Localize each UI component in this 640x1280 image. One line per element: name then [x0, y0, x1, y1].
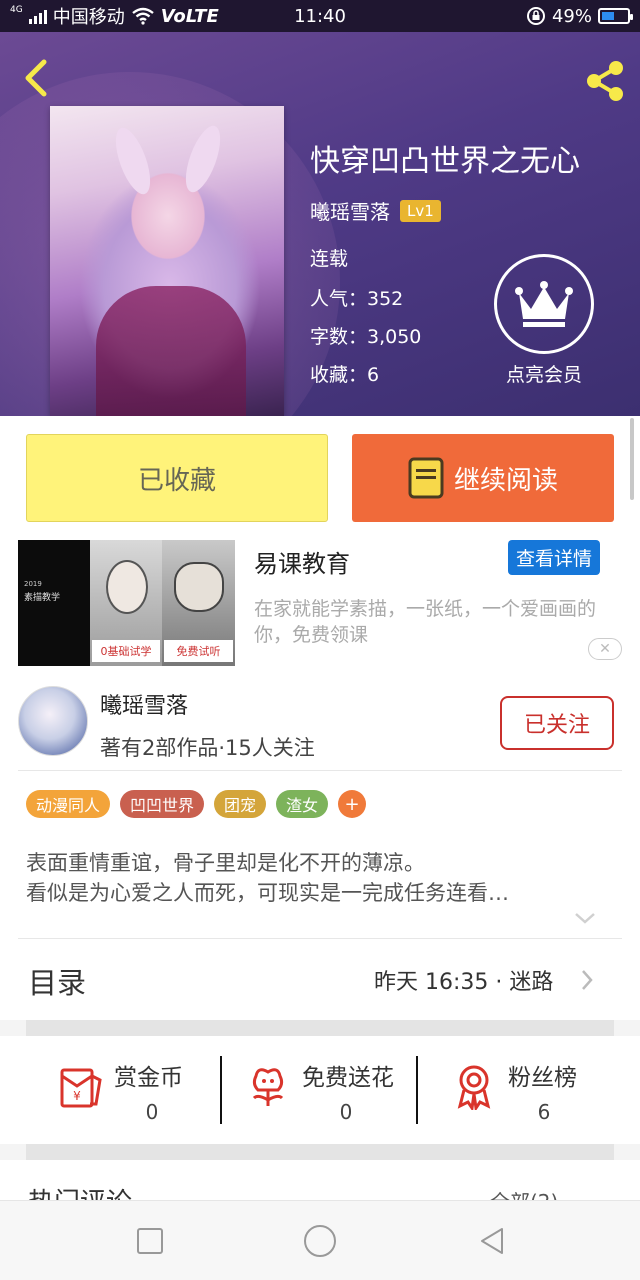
tag-item[interactable]: 渣女 — [276, 790, 329, 818]
catalog-label: 目录 — [28, 966, 87, 1000]
fan-ranking-button[interactable]: 粉丝榜 6 — [450, 1054, 640, 1130]
svg-text:¥: ¥ — [73, 1089, 81, 1103]
book-title: 快穿凹凸世界之无心 — [310, 144, 580, 179]
catalog-update: 昨天 16:35 · 迷路 — [374, 970, 554, 995]
wifi-icon — [131, 7, 154, 25]
signal-icon — [28, 8, 47, 24]
separator — [220, 1056, 222, 1124]
favorites-count: 收藏：6 — [310, 364, 380, 386]
vip-label: 点亮会员 — [505, 364, 582, 386]
section-divider — [26, 1144, 614, 1160]
rotation-lock-icon — [526, 7, 545, 25]
status-bar: 4G 中国移动 VoLTE 11:40 49% — [0, 0, 640, 32]
book-icon — [408, 457, 444, 499]
ad-caption-2: 免费试听 — [164, 640, 233, 662]
home-icon[interactable] — [300, 1221, 340, 1261]
vip-button[interactable]: 点亮会员 — [494, 254, 594, 387]
serial-status: 连载 — [310, 248, 349, 270]
red-envelope-icon: ¥ — [60, 1068, 102, 1108]
section-divider — [26, 1020, 614, 1036]
book-cover[interactable] — [50, 106, 284, 416]
carrier-name: 中国移动 — [52, 7, 125, 28]
stat-value: 0 — [339, 1100, 353, 1124]
hot-comments-section[interactable]: 热门评论 全部(2) — [0, 1160, 640, 1200]
ad-close-button[interactable]: ✕ — [588, 638, 622, 660]
stat-value: 6 — [537, 1100, 551, 1124]
avatar[interactable] — [18, 686, 88, 756]
ad-banner[interactable]: 2019 素描教学 0基础试学 免费试听 易课教育 查看详情 在家就能学素描，一… — [0, 538, 640, 670]
all-comments-link[interactable]: 全部(2) — [490, 1186, 558, 1200]
add-tag-button[interactable]: + — [338, 790, 367, 818]
author-card-info: 著有2部作品·15人关注 — [100, 736, 315, 760]
stat-label: 免费送花 — [302, 1065, 394, 1091]
book-header: 快穿凹凸世界之无心 曦瑶雪落 Lv1 连载 人气：352 字数：3,050 收藏… — [0, 32, 640, 416]
popularity: 人气：352 — [310, 288, 404, 310]
synopsis[interactable]: 表面重情重谊，骨子里却是化不开的薄凉。 看似是为心爱之人而死，可现实是一完成任务… — [26, 848, 606, 908]
ad-image[interactable]: 2019 素描教学 0基础试学 免费试听 — [18, 540, 235, 666]
catalog-row[interactable]: 目录 昨天 16:35 · 迷路 — [0, 940, 640, 1020]
scrollbar[interactable] — [630, 418, 634, 500]
back-icon[interactable] — [18, 58, 54, 98]
tag-item[interactable]: 动漫同人 — [26, 790, 111, 818]
back-nav-icon[interactable] — [474, 1223, 510, 1259]
medal-icon — [457, 1065, 491, 1110]
share-icon[interactable] — [582, 58, 628, 104]
word-count: 字数：3,050 — [310, 326, 422, 348]
recents-icon[interactable] — [132, 1223, 168, 1259]
volte-indicator: VoLTE — [160, 5, 219, 27]
tag-list: 动漫同人 凹凹世界 团宠 渣女 + — [26, 790, 367, 818]
stat-label: 赏金币 — [114, 1065, 183, 1091]
ad-image-year: 2019 — [24, 580, 42, 588]
author-card-name[interactable]: 曦瑶雪落 — [100, 688, 188, 720]
reward-coins-button[interactable]: ¥ 赏金币 0 — [56, 1054, 252, 1130]
system-nav-bar — [0, 1200, 640, 1280]
ad-title: 易课教育 — [254, 550, 350, 578]
ad-detail-button[interactable]: 查看详情 — [508, 540, 601, 575]
continue-reading-button[interactable]: 继续阅读 — [352, 434, 614, 522]
author-name[interactable]: 曦瑶雪落 — [310, 196, 390, 225]
synopsis-line: 看似是为心爱之人而死，可现实是一完成任务连看… — [26, 881, 509, 905]
divider — [18, 770, 622, 771]
ad-description: 在家就能学素描，一张纸，一个爱画画的你，免费领课 — [254, 598, 597, 646]
tag-item[interactable]: 团宠 — [214, 790, 267, 818]
author-row: 曦瑶雪落 Lv1 — [310, 196, 441, 225]
send-flower-button[interactable]: 免费送花 0 — [244, 1054, 440, 1130]
network-type: 4G — [10, 5, 23, 15]
stat-value: 0 — [145, 1100, 159, 1124]
separator — [416, 1056, 418, 1124]
crown-icon — [494, 254, 594, 354]
flower-icon — [252, 1068, 284, 1106]
author-card: 曦瑶雪落 著有2部作品·15人关注 已关注 动漫同人 凹凹世界 团宠 渣女 + … — [0, 670, 640, 940]
stats-row: ¥ 赏金币 0 免费送花 0 粉丝榜 6 — [0, 1036, 640, 1144]
battery-percent: 49% — [551, 5, 592, 27]
action-bar: 已收藏 继续阅读 — [0, 416, 640, 538]
ad-image-text: 素描教学 — [24, 593, 61, 604]
battery-icon — [598, 8, 633, 24]
chevron-right-icon — [582, 970, 593, 990]
ad-caption-1: 0基础试学 — [92, 640, 160, 662]
follow-button[interactable]: 已关注 — [500, 696, 614, 750]
synopsis-line: 表面重情重谊，骨子里却是化不开的薄凉。 — [26, 851, 425, 875]
chevron-down-icon[interactable] — [572, 908, 598, 928]
collected-button[interactable]: 已收藏 — [26, 434, 328, 522]
comments-title: 热门评论 — [28, 1182, 132, 1200]
tag-item[interactable]: 凹凹世界 — [120, 790, 205, 818]
stat-label: 粉丝榜 — [508, 1065, 577, 1091]
level-badge: Lv1 — [400, 199, 441, 222]
divider — [18, 938, 622, 939]
continue-reading-label: 继续阅读 — [453, 465, 558, 496]
